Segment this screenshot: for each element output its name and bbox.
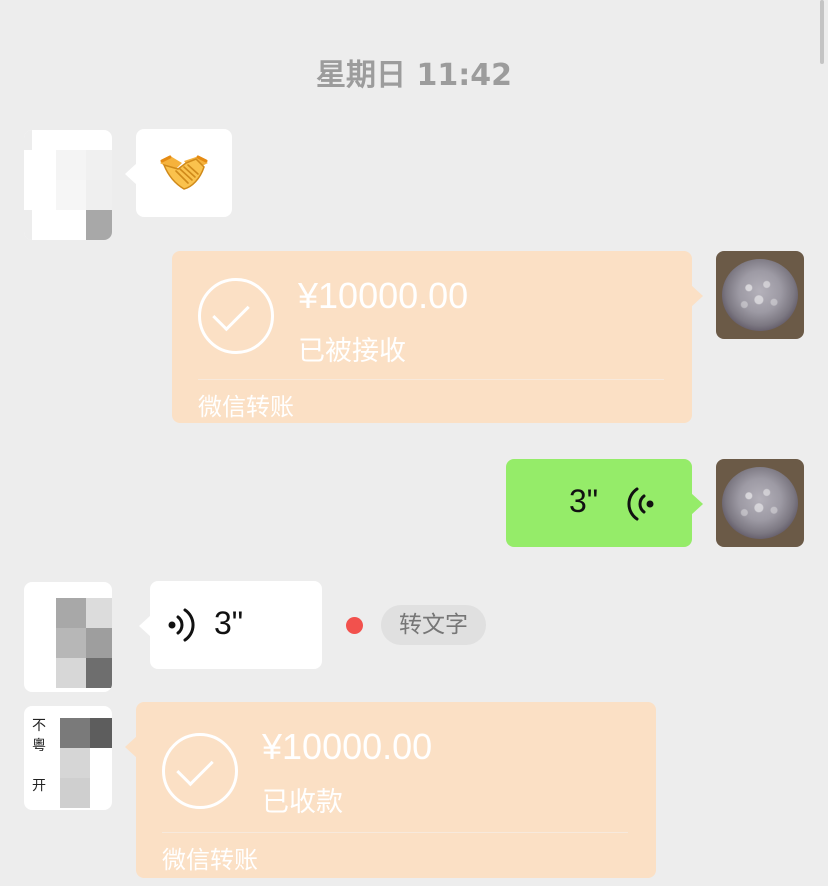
- transfer-status: 已被接收: [298, 336, 406, 367]
- transfer-footer-label: 微信转账: [198, 393, 294, 421]
- convert-to-text-button[interactable]: 转文字: [381, 605, 486, 645]
- check-circle-icon: [162, 733, 238, 809]
- contact-avatar[interactable]: [24, 582, 112, 692]
- transfer-card-sent[interactable]: ¥10000.00 已被接收 微信转账: [172, 251, 703, 423]
- transfer-amount: ¥10000.00: [262, 726, 433, 767]
- contact-avatar[interactable]: [24, 130, 112, 240]
- transfer-card-received[interactable]: ¥10000.00 已收款 微信转账: [125, 702, 656, 878]
- my-avatar[interactable]: [716, 459, 804, 547]
- voice-wave-icon: [627, 487, 654, 521]
- check-circle-icon: [198, 278, 274, 354]
- voice-wave-icon: [168, 608, 195, 642]
- voice-message-sent[interactable]: 3": [506, 459, 703, 547]
- unread-dot: [346, 617, 363, 634]
- transfer-amount: ¥10000.00: [298, 275, 469, 316]
- emoji-message-bubble[interactable]: [125, 129, 232, 217]
- transfer-divider: [162, 832, 628, 833]
- transfer-footer-label: 微信转账: [162, 846, 258, 874]
- handshake-emoji-icon: [160, 155, 208, 190]
- contact-avatar[interactable]: 不粵开: [24, 706, 112, 810]
- my-avatar[interactable]: [716, 251, 804, 339]
- voice-message-received[interactable]: 3": [139, 581, 322, 669]
- voice-duration: 3": [214, 605, 244, 641]
- message-timestamp: 星期日 11:42: [316, 58, 512, 93]
- transfer-divider: [198, 379, 664, 380]
- voice-duration: 3": [569, 483, 599, 519]
- transfer-status: 已收款: [262, 787, 343, 818]
